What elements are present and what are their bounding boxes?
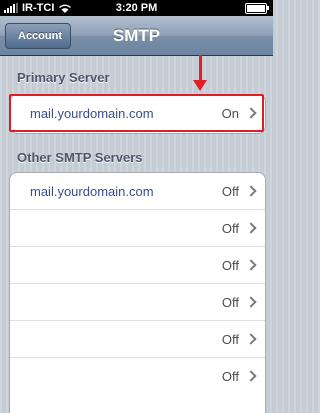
- other-servers-group: mail.yourdomain.com Off Off Off Off Off …: [9, 172, 266, 413]
- server-status: Off: [221, 221, 239, 236]
- navigation-bar: Account SMTP: [0, 16, 273, 56]
- primary-server-header: Primary Server: [17, 70, 110, 85]
- table-row[interactable]: Off: [10, 358, 265, 395]
- server-status: Off: [221, 369, 239, 384]
- table-row[interactable]: Off: [10, 247, 265, 284]
- chevron-right-icon: [245, 222, 257, 234]
- chevron-right-icon: [245, 370, 257, 382]
- table-row[interactable]: Off: [10, 284, 265, 321]
- server-status: Off: [221, 258, 239, 273]
- table-row[interactable]: mail.yourdomain.com Off: [10, 173, 265, 210]
- chevron-right-icon: [245, 296, 257, 308]
- battery-icon: [245, 3, 269, 14]
- other-servers-header: Other SMTP Servers: [17, 150, 143, 165]
- clock: 3:20 PM: [115, 2, 158, 14]
- chevron-right-icon: [245, 259, 257, 271]
- table-row[interactable]: Off: [10, 210, 265, 247]
- server-status: Off: [221, 332, 239, 347]
- highlight-box: [9, 94, 264, 132]
- chevron-right-icon: [245, 185, 257, 197]
- server-host: mail.yourdomain.com: [30, 184, 154, 199]
- server-status: Off: [221, 184, 239, 199]
- page-title: SMTP: [112, 26, 161, 45]
- server-status: Off: [221, 295, 239, 310]
- table-row[interactable]: Off: [10, 321, 265, 358]
- chevron-right-icon: [245, 333, 257, 345]
- arrow-down-icon: [193, 80, 207, 91]
- annotation-arrow-shaft: [199, 55, 202, 82]
- status-bar: IR-TCI 3:20 PM: [0, 0, 273, 16]
